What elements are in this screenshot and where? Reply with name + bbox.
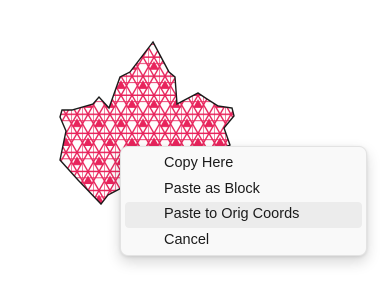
menu-item-paste-to-orig-coords[interactable]: Paste to Orig Coords [125,202,362,228]
drawing-canvas[interactable]: Copy Here Paste as Block Paste to Orig C… [0,0,382,282]
menu-item-cancel[interactable]: Cancel [125,228,362,254]
menu-item-copy-here[interactable]: Copy Here [125,151,362,177]
context-menu: Copy Here Paste as Block Paste to Orig C… [120,146,367,256]
menu-item-paste-as-block[interactable]: Paste as Block [125,177,362,203]
